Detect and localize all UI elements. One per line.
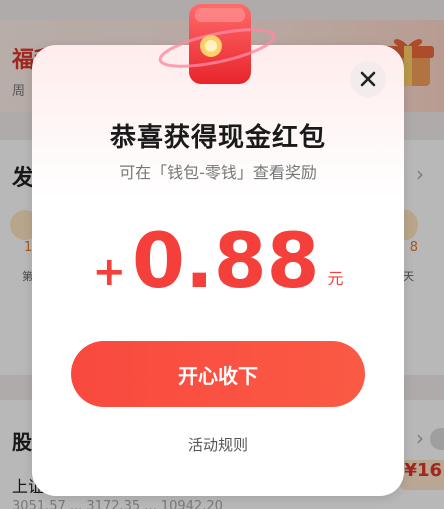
amount-value: 0.88 [131, 216, 320, 305]
reward-amount: + 0.88 元 [32, 221, 404, 301]
close-icon [360, 71, 376, 87]
amount-unit: 元 [327, 269, 344, 288]
red-packet-icon [158, 4, 275, 84]
close-button[interactable] [350, 61, 386, 97]
amount-sign: + [92, 249, 126, 295]
activity-rules-link[interactable]: 活动规则 [32, 434, 404, 455]
accept-button[interactable]: 开心收下 [71, 341, 365, 407]
red-packet-modal: 恭喜获得现金红包 可在「钱包-零钱」查看奖励 + 0.88 元 开心收下 活动规… [32, 45, 404, 496]
modal-title: 恭喜获得现金红包 [109, 123, 326, 153]
modal-subtitle: 可在「钱包-零钱」查看奖励 [119, 163, 317, 182]
